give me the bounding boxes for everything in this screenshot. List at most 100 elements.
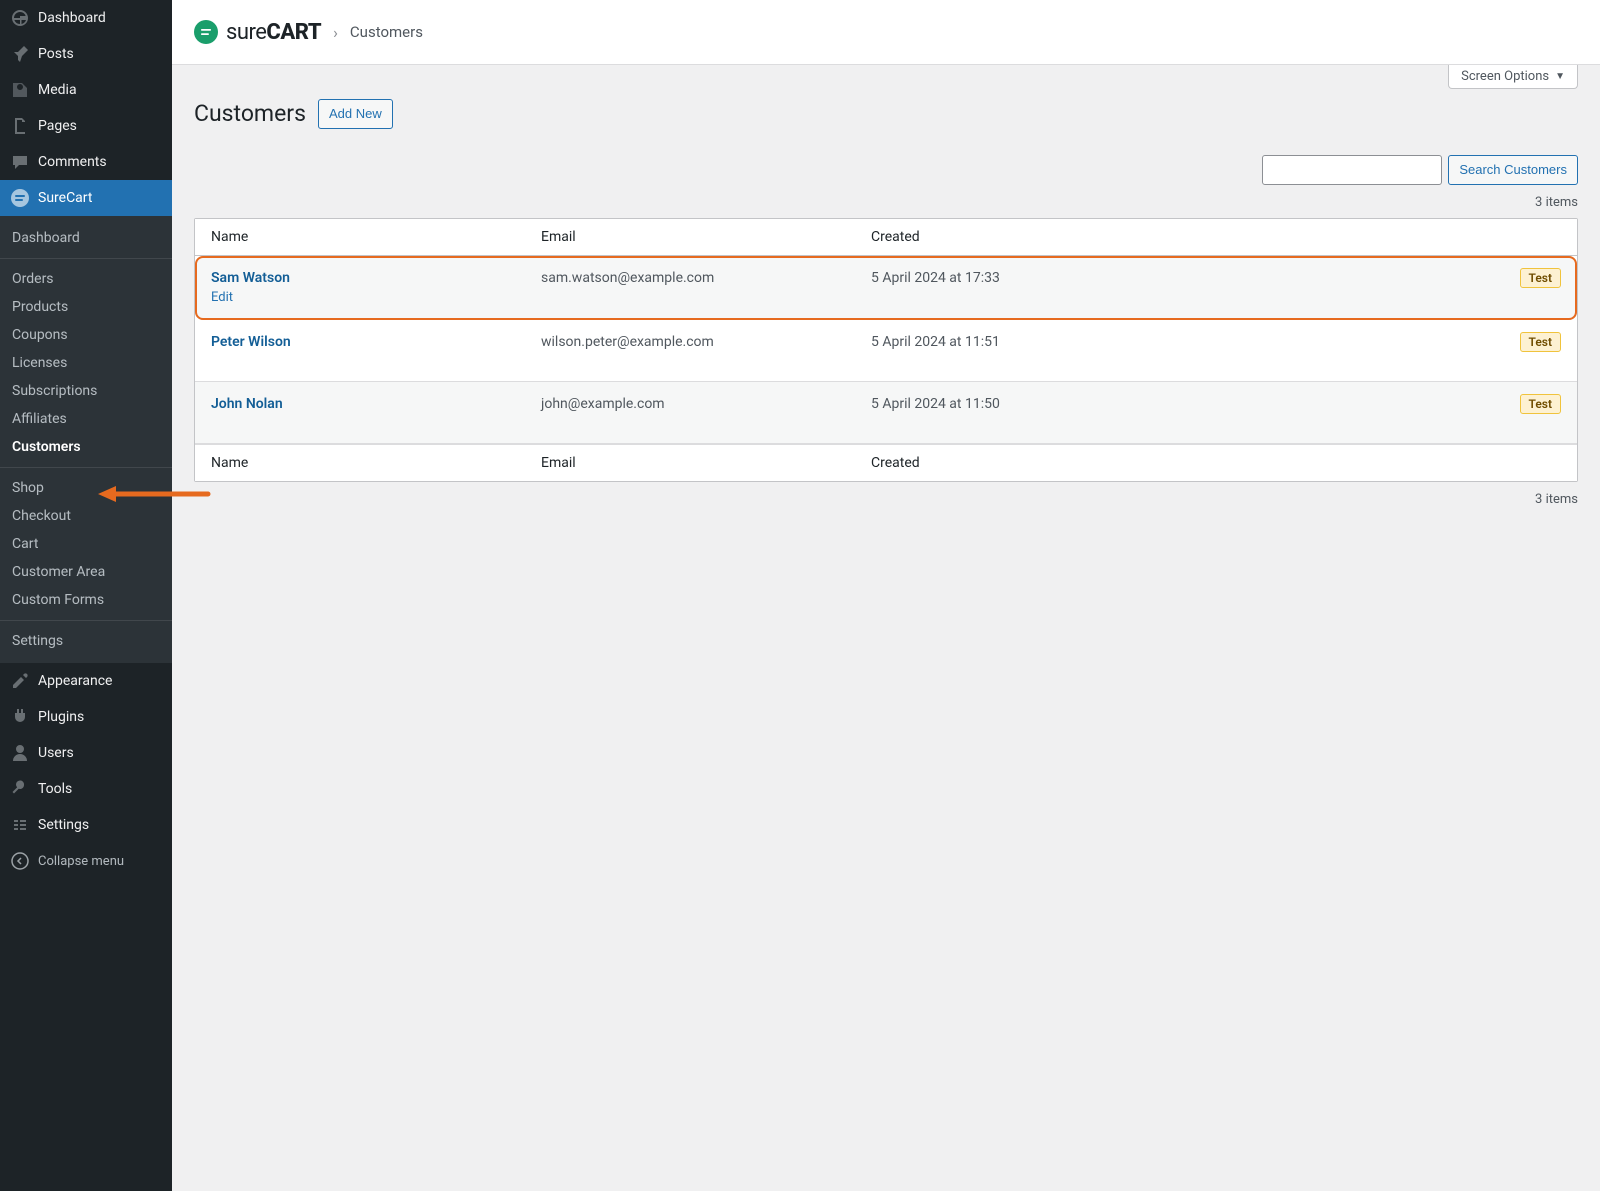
cell-created: 5 April 2024 at 11:51 — [871, 334, 1561, 350]
user-icon — [10, 743, 30, 763]
customer-name-link[interactable]: Sam Watson — [211, 270, 290, 286]
sub-affiliates[interactable]: Affiliates — [0, 405, 172, 433]
surecart-logo-mark — [194, 20, 218, 44]
pin-icon — [10, 44, 30, 64]
menu-posts[interactable]: Posts — [0, 36, 172, 72]
menu-label: Posts — [38, 46, 74, 62]
menu-label: Pages — [38, 118, 77, 134]
table-row[interactable]: Sam Watson Edit sam.watson@example.com 5… — [195, 256, 1577, 320]
add-new-button[interactable]: Add New — [318, 99, 393, 129]
table-header: Name Email Created — [195, 219, 1577, 256]
col-email-footer: Email — [541, 455, 871, 471]
comment-icon — [10, 152, 30, 172]
page-heading-row: Customers Add New — [194, 77, 1578, 129]
screen-options-label: Screen Options — [1461, 69, 1549, 84]
collapse-menu[interactable]: Collapse menu — [0, 843, 172, 879]
items-count-bottom: 3 items — [194, 492, 1578, 507]
menu-appearance[interactable]: Appearance — [0, 663, 172, 699]
customer-name-link[interactable]: Peter Wilson — [211, 334, 291, 350]
submenu-divider — [0, 620, 172, 621]
sub-products[interactable]: Products — [0, 293, 172, 321]
cell-email: john@example.com — [541, 396, 871, 412]
items-count-top: 3 items — [194, 195, 1578, 210]
page-title: Customers — [194, 100, 306, 127]
search-row: Search Customers — [194, 155, 1578, 185]
dashboard-icon — [10, 8, 30, 28]
menu-surecart[interactable]: SureCart — [0, 180, 172, 216]
menu-tools[interactable]: Tools — [0, 771, 172, 807]
submenu-divider — [0, 258, 172, 259]
search-customers-button[interactable]: Search Customers — [1448, 155, 1578, 185]
menu-label: Users — [38, 745, 74, 761]
collapse-label: Collapse menu — [38, 854, 124, 869]
breadcrumb-current: Customers — [350, 23, 423, 41]
cell-created: 5 April 2024 at 11:50 — [871, 396, 1561, 412]
menu-users[interactable]: Users — [0, 735, 172, 771]
sub-dashboard[interactable]: Dashboard — [0, 224, 172, 252]
sub-orders[interactable]: Orders — [0, 265, 172, 293]
col-name-header[interactable]: Name — [211, 229, 541, 245]
menu-comments[interactable]: Comments — [0, 144, 172, 180]
plugin-icon — [10, 707, 30, 727]
col-created-header: Created — [871, 229, 1561, 245]
sub-customer-area[interactable]: Customer Area — [0, 558, 172, 586]
sub-coupons[interactable]: Coupons — [0, 321, 172, 349]
row-action-edit[interactable]: Edit — [211, 290, 541, 305]
cell-name: John Nolan — [211, 396, 541, 412]
menu-label: Tools — [38, 781, 72, 797]
sub-cart[interactable]: Cart — [0, 530, 172, 558]
screen-options-toggle[interactable]: Screen Options ▼ — [1448, 65, 1578, 89]
menu-settings[interactable]: Settings — [0, 807, 172, 843]
menu-label: Media — [38, 82, 77, 98]
customers-table: Name Email Created Sam Watson Edit sam.w… — [194, 218, 1578, 482]
admin-sidebar: Dashboard Posts Media Pages Comments Sur… — [0, 0, 172, 1191]
menu-label: SureCart — [38, 190, 92, 206]
menu-plugins[interactable]: Plugins — [0, 699, 172, 735]
search-input[interactable] — [1262, 155, 1442, 185]
cell-created: 5 April 2024 at 17:33 — [871, 270, 1561, 286]
test-badge: Test — [1520, 332, 1562, 352]
sub-customers[interactable]: Customers — [0, 433, 172, 461]
cell-email: sam.watson@example.com — [541, 270, 871, 286]
test-badge: Test — [1520, 394, 1562, 414]
cell-email: wilson.peter@example.com — [541, 334, 871, 350]
surecart-icon — [10, 188, 30, 208]
sub-licenses[interactable]: Licenses — [0, 349, 172, 377]
surecart-logo[interactable]: sureCART — [194, 20, 321, 45]
table-row[interactable]: John Nolan john@example.com 5 April 2024… — [195, 382, 1577, 444]
sub-shop[interactable]: Shop — [0, 474, 172, 502]
menu-pages[interactable]: Pages — [0, 108, 172, 144]
sub-custom-forms[interactable]: Custom Forms — [0, 586, 172, 614]
pages-icon — [10, 116, 30, 136]
menu-label: Dashboard — [38, 10, 106, 26]
sub-subscriptions[interactable]: Subscriptions — [0, 377, 172, 405]
sub-settings[interactable]: Settings — [0, 627, 172, 655]
menu-label: Comments — [38, 154, 107, 170]
test-badge: Test — [1520, 268, 1562, 288]
surecart-wordmark: sureCART — [226, 20, 321, 45]
settings-icon — [10, 815, 30, 835]
customer-name-link[interactable]: John Nolan — [211, 396, 283, 412]
page-body: Screen Options ▼ Customers Add New Searc… — [172, 65, 1600, 547]
table-footer: Name Email Created — [195, 444, 1577, 481]
menu-dashboard[interactable]: Dashboard — [0, 0, 172, 36]
menu-label: Settings — [38, 817, 89, 833]
surecart-submenu: Dashboard Orders Products Coupons Licens… — [0, 216, 172, 663]
table-row[interactable]: Peter Wilson wilson.peter@example.com 5 … — [195, 320, 1577, 382]
col-email-header: Email — [541, 229, 871, 245]
tools-icon — [10, 779, 30, 799]
topbar: sureCART › Customers — [172, 0, 1600, 65]
chevron-right-icon: › — [333, 23, 338, 42]
menu-label: Appearance — [38, 673, 112, 689]
submenu-divider — [0, 467, 172, 468]
triangle-down-icon: ▼ — [1555, 71, 1565, 82]
collapse-icon — [10, 851, 30, 871]
sub-checkout[interactable]: Checkout — [0, 502, 172, 530]
appearance-icon — [10, 671, 30, 691]
content-area: sureCART › Customers Screen Options ▼ Cu… — [172, 0, 1600, 1191]
col-created-footer: Created — [871, 455, 1561, 471]
menu-media[interactable]: Media — [0, 72, 172, 108]
media-icon — [10, 80, 30, 100]
menu-label: Plugins — [38, 709, 84, 725]
col-name-footer: Name — [211, 455, 541, 471]
